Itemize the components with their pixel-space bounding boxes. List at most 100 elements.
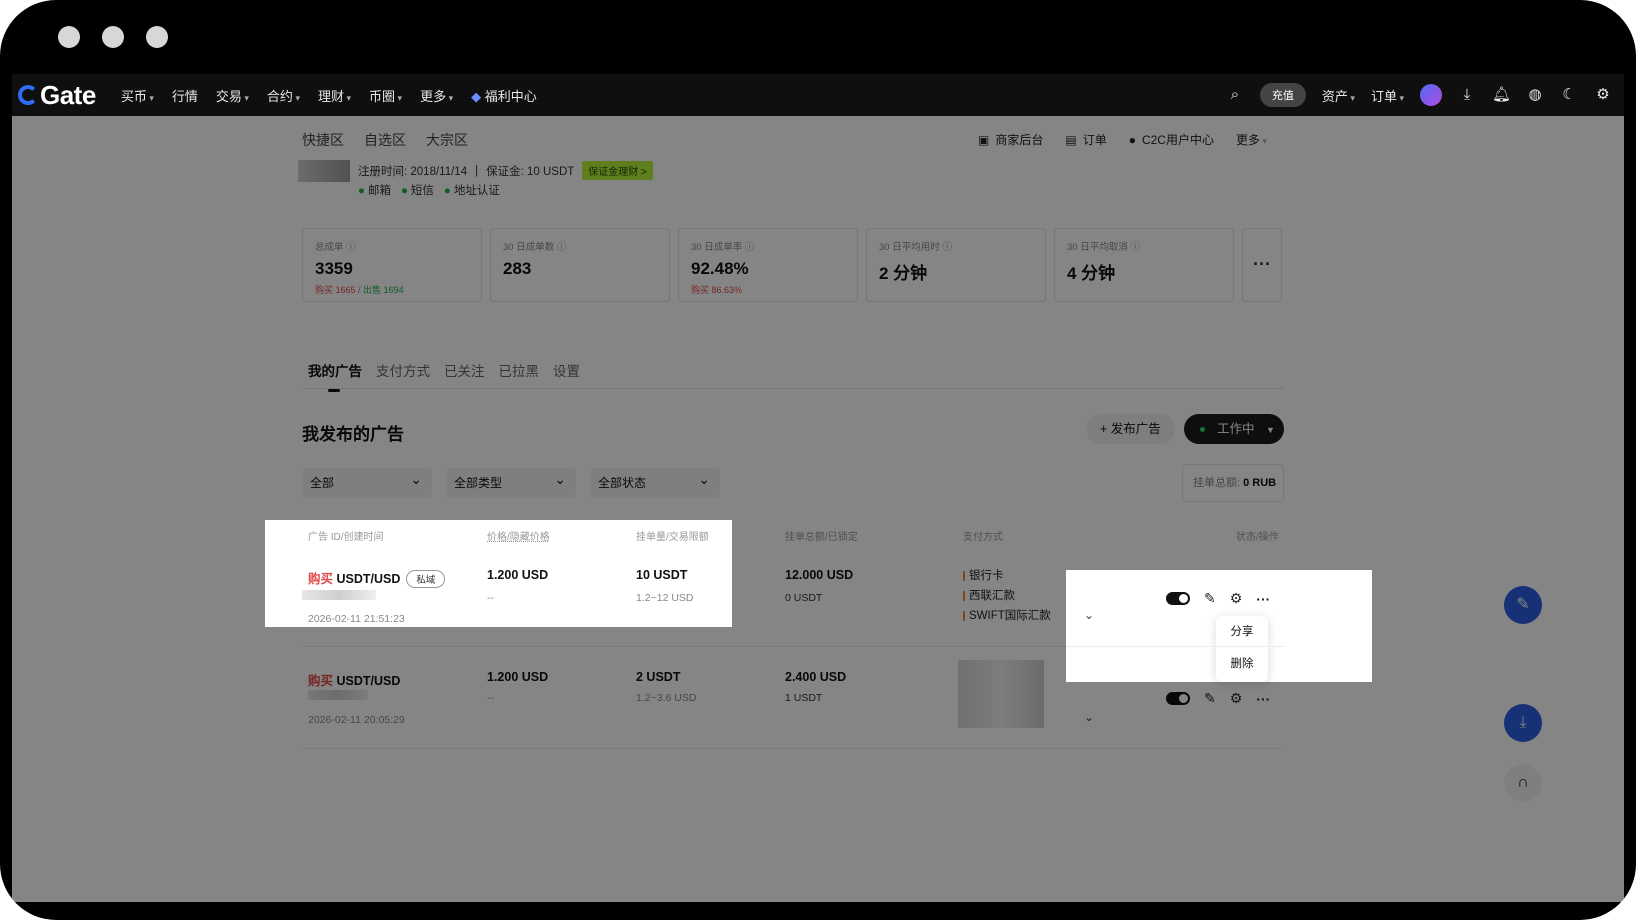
avatar[interactable] <box>1420 84 1442 106</box>
feedback-fab[interactable]: ✎ <box>1504 586 1542 624</box>
row1-price: 1.200 USD <box>487 568 549 582</box>
gate-logo[interactable]: Gate <box>18 80 96 111</box>
more-icon[interactable]: ··· <box>1256 691 1270 707</box>
more-icon[interactable]: ··· <box>1256 591 1270 607</box>
menu-share[interactable]: 分享 <box>1216 616 1268 648</box>
info-icon: ⓘ <box>744 242 755 253</box>
row1-limit: 1.2~12 USD <box>636 592 694 604</box>
window-controls <box>58 26 168 48</box>
tab-my-ads[interactable]: 我的广告 <box>308 360 362 392</box>
toggle-switch[interactable] <box>1166 592 1190 605</box>
gear-icon[interactable]: ⚙ <box>1230 590 1243 607</box>
section-title: 我发布的广告 <box>302 425 404 444</box>
tab-blocked[interactable]: 已拉黑 <box>499 360 540 380</box>
gift-icon: ◆ <box>471 88 482 104</box>
nav-more[interactable]: 更多 <box>420 86 453 105</box>
dim-overlay <box>12 520 265 627</box>
row1-payment-bank: 银行卡 <box>963 567 1004 583</box>
tab-divider <box>302 388 1284 389</box>
nav-assets[interactable]: 资产 <box>1322 86 1355 105</box>
p2p-subnav: 快捷区 自选区 大宗区 <box>302 130 468 150</box>
merchant-name-blurred <box>298 160 350 182</box>
nav-orders[interactable]: 订单 <box>1371 86 1404 105</box>
chevron-down-icon[interactable]: ⌄ <box>1084 710 1094 724</box>
row1-pair: 购买 USDT/USD 私域 <box>308 568 446 588</box>
nav-futures[interactable]: 合约 <box>267 86 300 105</box>
check-icon: ● <box>400 185 408 197</box>
browser-window: Gate 买币 行情 交易 合约 理财 币圈 更多 ◆ 福利中心 ⌕ 充值 资产… <box>12 74 1624 902</box>
toggle-switch[interactable] <box>1166 692 1190 705</box>
working-status-button[interactable]: 工作中 ▼ <box>1184 414 1284 444</box>
minimize-dot[interactable] <box>102 26 124 48</box>
download-icon[interactable]: ⤓ <box>1458 86 1476 104</box>
edit-icon[interactable]: ✎ <box>1204 690 1216 707</box>
edit-icon[interactable]: ✎ <box>1204 590 1216 607</box>
private-badge: 私域 <box>406 570 446 588</box>
payment-methods-blurred <box>958 660 1044 728</box>
orders-link[interactable]: ▤ 订单 <box>1065 131 1106 148</box>
download-icon: ⤓ <box>1519 714 1527 731</box>
filter-status-select[interactable]: 全部状态 <box>590 464 720 498</box>
dim-overlay <box>12 682 1624 902</box>
row2-actions: ✎ ⚙ ··· <box>1166 690 1270 707</box>
document-icon: ▤ <box>1065 133 1077 147</box>
settings-icon[interactable]: ⚙ <box>1594 86 1612 104</box>
verify-sms: ● 短信 <box>400 185 434 197</box>
headset-icon: ∩ <box>1517 774 1529 791</box>
stat-card-total: 总成单 ⓘ 3359 购买 1665 / 出售 1694 <box>302 228 482 302</box>
tab-custom-zone[interactable]: 自选区 <box>364 130 406 150</box>
stats-cards: 总成单 ⓘ 3359 购买 1665 / 出售 1694 30 日成单数 ⓘ 2… <box>302 228 1282 302</box>
gear-icon[interactable]: ⚙ <box>1230 690 1243 707</box>
tab-payment-methods[interactable]: 支付方式 <box>376 360 430 380</box>
publish-ad-button[interactable]: + 发布广告 <box>1086 414 1175 444</box>
recharge-button[interactable]: 充值 <box>1259 83 1306 107</box>
edit-note-icon: ✎ <box>1516 596 1530 613</box>
main-content: 快捷区 自选区 大宗区 ▣商家后台 ▤订单 ●C2C用户中心 更多 注册时间: … <box>12 116 1624 902</box>
filter-side-select[interactable]: 全部 <box>302 464 432 498</box>
close-dot[interactable] <box>58 26 80 48</box>
support-fab[interactable]: ∩ <box>1504 764 1542 802</box>
row2-locked: 1 USDT <box>785 692 823 704</box>
row2-pair: 购买 USDT/USD <box>308 674 401 688</box>
nav-right: ⌕ 充值 资产 订单 ⤓ 🔔︎ ◍ ☾ ⚙ <box>1226 83 1612 107</box>
row1-payment-swift: SWIFT国际汇款 <box>963 607 1051 623</box>
nav-community[interactable]: 币圈 <box>369 86 402 105</box>
search-icon[interactable]: ⌕ <box>1226 86 1244 104</box>
row2-limit: 1.2~3.6 USD <box>636 692 697 704</box>
store-icon: ▣ <box>978 133 990 147</box>
nav-buy-crypto[interactable]: 买币 <box>121 86 154 105</box>
col-header-total: 挂单总额/已锁定 <box>785 532 858 543</box>
separator: | <box>475 164 479 177</box>
row2-amount: 2 USDT <box>636 670 681 684</box>
more-link[interactable]: 更多 <box>1236 131 1267 148</box>
tab-settings[interactable]: 设置 <box>553 360 580 380</box>
moon-icon[interactable]: ☾ <box>1560 86 1578 104</box>
maximize-dot[interactable] <box>146 26 168 48</box>
info-icon: ⓘ <box>942 242 952 253</box>
bell-icon[interactable]: 🔔︎ <box>1492 86 1511 104</box>
deposit-earn-tag[interactable]: 保证金理财 > <box>582 161 653 180</box>
stat-card-30d-avg-cancel: 30 日平均取消 ⓘ 4 分钟 <box>1054 228 1234 302</box>
deposit: 保证金: 10 USDT <box>486 165 575 178</box>
nav-earn[interactable]: 理财 <box>318 86 351 105</box>
stats-more-button[interactable]: ··· <box>1242 228 1282 302</box>
filter-type-select[interactable]: 全部类型 <box>446 464 576 498</box>
col-header-price[interactable]: 价格/隐藏价格 <box>487 528 550 543</box>
c2c-center-link[interactable]: ● C2C用户中心 <box>1129 131 1214 148</box>
chevron-down-icon[interactable]: ⌄ <box>1084 608 1094 622</box>
nav-markets[interactable]: 行情 <box>172 86 198 105</box>
ad-id-blurred <box>302 590 376 600</box>
tab-quick-zone[interactable]: 快捷区 <box>302 130 344 150</box>
globe-icon[interactable]: ◍ <box>1526 86 1544 104</box>
nav-trade[interactable]: 交易 <box>216 86 249 105</box>
merchant-backend-link[interactable]: ▣ 商家后台 <box>978 131 1043 148</box>
menu-delete[interactable]: 删除 <box>1216 648 1268 680</box>
tab-block-zone[interactable]: 大宗区 <box>426 130 468 150</box>
info-icon: ⓘ <box>556 242 567 253</box>
info-icon: ⓘ <box>346 242 356 253</box>
download-fab[interactable]: ⤓ <box>1504 704 1542 742</box>
tab-following[interactable]: 已关注 <box>444 360 485 380</box>
nav-welfare[interactable]: ◆ 福利中心 <box>471 86 537 105</box>
stat-card-30d-rate: 30 日成单率 ⓘ 92.48% 购买 86.63% <box>678 228 858 302</box>
stat-card-30d-avg-time: 30 日平均用时 ⓘ 2 分钟 <box>866 228 1046 302</box>
